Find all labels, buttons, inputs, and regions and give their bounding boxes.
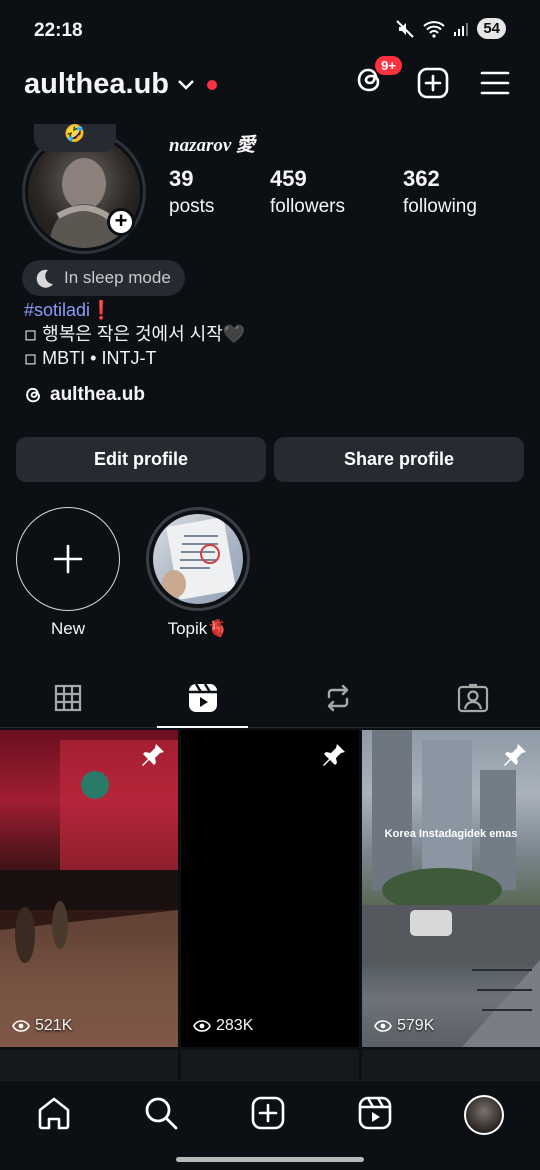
account-switcher[interactable]: aulthea.ub xyxy=(24,68,218,101)
notification-badge: 9+ xyxy=(375,56,402,75)
header-actions: 9+ xyxy=(354,56,510,101)
stat-value: 362 xyxy=(403,166,440,191)
note-bubble[interactable]: 🤣 xyxy=(34,124,116,152)
threads-icon xyxy=(26,387,40,403)
threads-handle: aulthea.ub xyxy=(50,384,146,405)
view-count: 521K xyxy=(12,1017,72,1035)
story-highlights: New Topik🫀 xyxy=(16,507,250,639)
tagged-person-icon xyxy=(457,683,488,712)
reels-icon xyxy=(188,682,217,712)
reel-thumbnail[interactable]: 283K xyxy=(181,730,359,1047)
share-profile-button[interactable]: Share profile xyxy=(274,437,524,482)
stat-label: followers xyxy=(270,196,345,217)
stat-value: 39 xyxy=(169,166,194,191)
wifi-icon xyxy=(423,20,445,38)
highlight-circle xyxy=(16,507,120,611)
reel-thumbnail[interactable]: 521K xyxy=(0,730,178,1047)
view-count-value: 521K xyxy=(35,1017,73,1034)
add-story-button[interactable]: + xyxy=(107,208,135,236)
reel-thumbnail[interactable] xyxy=(362,1050,540,1080)
plus-icon xyxy=(53,544,83,574)
signal-icon xyxy=(454,22,469,36)
tab-tagged[interactable] xyxy=(405,668,540,727)
profile-nav-avatar[interactable] xyxy=(464,1095,505,1135)
pinned-icon xyxy=(323,744,345,766)
eye-icon xyxy=(12,1020,30,1032)
stat-label: posts xyxy=(169,196,215,217)
reels-grid: 521K 283K Korea Instadagidek emas 579K xyxy=(0,730,540,1047)
unread-dot xyxy=(207,79,218,90)
profile-summary: 🤣 nazarov 愛 39 posts 459 followers 362 f… xyxy=(0,120,540,260)
mute-icon xyxy=(396,19,415,38)
view-count-value: 579K xyxy=(397,1017,435,1034)
highlight-topik[interactable]: Topik🫀 xyxy=(146,507,250,639)
profile-header: aulthea.ub 9+ xyxy=(0,56,540,110)
highlight-circle xyxy=(146,507,250,611)
home-icon[interactable] xyxy=(36,1095,72,1131)
reel-overlay-text: Korea Instadagidek emas xyxy=(384,828,518,840)
view-count-value: 283K xyxy=(216,1017,254,1034)
highlight-cover xyxy=(153,514,243,604)
highlight-new[interactable]: New xyxy=(16,507,120,639)
pinned-icon xyxy=(504,744,526,766)
repost-icon xyxy=(327,684,348,711)
bio-hashtag[interactable]: #sotiladi xyxy=(24,300,90,320)
create-icon[interactable] xyxy=(250,1095,286,1131)
threads-link[interactable]: aulthea.ub xyxy=(24,384,145,406)
status-bar: 22:18 54 xyxy=(0,0,540,60)
status-icons: 54 xyxy=(395,18,506,39)
stat-followers[interactable]: 459 followers xyxy=(270,166,345,218)
create-post-icon[interactable] xyxy=(416,66,450,100)
highlight-label: Topik🫀 xyxy=(167,619,229,638)
view-count: 283K xyxy=(193,1017,253,1035)
profile-actions: Edit profile Share profile xyxy=(16,437,524,482)
stat-following[interactable]: 362 following xyxy=(403,166,477,218)
eye-icon xyxy=(193,1020,211,1032)
moon-icon xyxy=(36,269,53,288)
tab-reposts[interactable] xyxy=(270,668,405,727)
reel-photo xyxy=(362,730,540,1047)
stat-value: 459 xyxy=(270,166,307,191)
display-name: nazarov 愛 xyxy=(169,135,256,156)
bio-line-2: ◽ 행복은 작은 것에서 시작🖤 xyxy=(24,324,246,344)
bio-line-3: ◽ MBTI • INTJ-T xyxy=(24,348,157,368)
search-icon[interactable] xyxy=(143,1095,179,1131)
view-count: 579K xyxy=(374,1017,434,1035)
menu-icon[interactable] xyxy=(480,70,510,96)
grid-icon xyxy=(54,684,81,711)
eye-icon xyxy=(374,1020,392,1032)
bio-hashtag-suffix: ❗ xyxy=(90,300,113,320)
status-time: 22:18 xyxy=(34,20,83,41)
bio-line-1: #sotiladi❗ xyxy=(24,298,245,322)
pinned-icon xyxy=(142,744,164,766)
stat-posts[interactable]: 39 posts xyxy=(169,166,214,218)
reel-thumbnail[interactable] xyxy=(0,1050,178,1080)
status-pill-label: In sleep mode xyxy=(64,268,171,287)
edit-profile-button[interactable]: Edit profile xyxy=(16,437,266,482)
reels-grid-row-2 xyxy=(0,1050,540,1080)
username: aulthea.ub xyxy=(24,68,170,100)
status-pill[interactable]: In sleep mode xyxy=(22,260,185,296)
bio: #sotiladi❗ ◽ 행복은 작은 것에서 시작🖤 ◽ MBTI • INT… xyxy=(24,298,245,370)
home-indicator[interactable] xyxy=(176,1157,364,1162)
reel-thumbnail[interactable]: Korea Instadagidek emas 579K xyxy=(362,730,540,1047)
reels-nav-icon[interactable] xyxy=(357,1095,393,1131)
highlight-label: New xyxy=(50,619,85,638)
highlight-photo xyxy=(162,517,236,600)
stat-label: following xyxy=(403,196,477,217)
chevron-down-icon xyxy=(178,79,194,90)
battery-indicator: 54 xyxy=(477,18,506,39)
tab-posts-grid[interactable] xyxy=(0,668,135,727)
reel-thumbnail[interactable] xyxy=(181,1050,359,1080)
tab-reels[interactable] xyxy=(135,668,270,728)
note-emoji: 🤣 xyxy=(64,124,86,143)
threads-button[interactable]: 9+ xyxy=(354,56,402,101)
reel-photo xyxy=(0,740,178,1047)
content-tabs xyxy=(0,668,540,728)
